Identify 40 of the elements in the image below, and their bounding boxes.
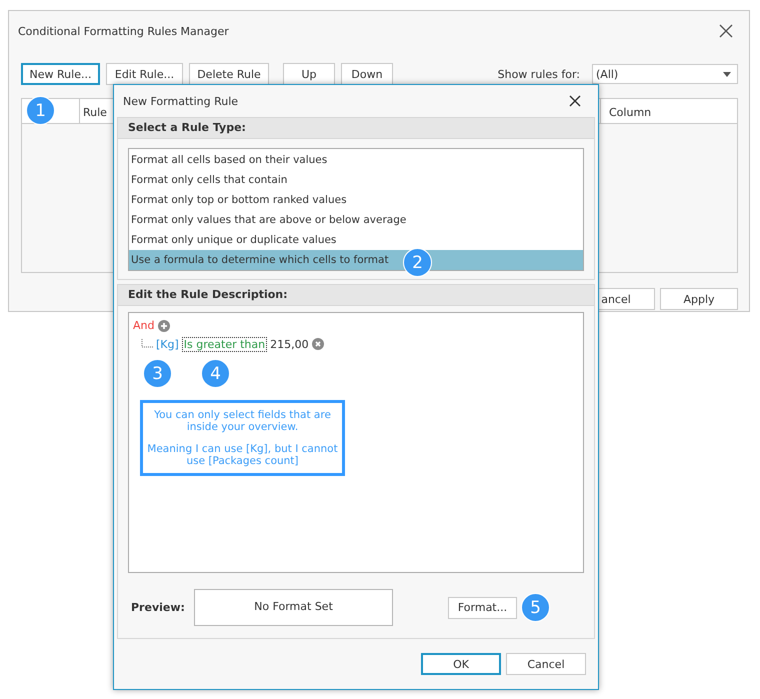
rule-type-item[interactable]: Format only top or bottom ranked values xyxy=(129,190,583,210)
show-rules-dropdown[interactable]: (All) xyxy=(592,64,738,84)
rule-type-item[interactable]: Format only cells that contain xyxy=(129,170,583,190)
dialog-button[interactable]: Apply xyxy=(660,288,738,310)
tree-connector xyxy=(141,339,153,349)
toolbar-button[interactable]: Up xyxy=(283,63,335,85)
toolbar-button[interactable]: Edit Rule... xyxy=(106,63,183,85)
condition-operator[interactable]: Is greater than xyxy=(182,336,268,352)
dialog-title: New Formatting Rule xyxy=(123,94,238,108)
group-operator[interactable]: And xyxy=(133,319,154,332)
note-text: Meaning I can use [Kg], but I cannot use [Packages count] xyxy=(147,443,338,467)
format-button[interactable]: Format... xyxy=(448,596,517,618)
callout-badge: 4 xyxy=(201,359,230,388)
column-header: Column xyxy=(609,106,652,119)
close-icon[interactable] xyxy=(569,95,581,107)
section-header: Select a Rule Type: xyxy=(118,118,594,139)
callout-badge: 1 xyxy=(26,96,55,125)
note-text: You can only select fields that are inside your overview. xyxy=(153,409,332,433)
remove-icon[interactable] xyxy=(312,338,324,350)
callout-badge: 5 xyxy=(521,593,550,622)
toolbar-button[interactable]: New Rule... xyxy=(21,63,100,85)
preview-label: Preview: xyxy=(130,601,186,614)
window-title: Conditional Formatting Rules Manager xyxy=(18,24,229,38)
show-rules-label: Show rules for: xyxy=(498,68,580,80)
rule-type-item[interactable]: Format only unique or duplicate values xyxy=(129,230,583,250)
close-icon[interactable] xyxy=(719,24,733,38)
dialog-button[interactable]: OK xyxy=(421,653,501,675)
column-header: Rule xyxy=(83,106,107,119)
section-header: Edit the Rule Description: xyxy=(118,285,594,306)
preview-text: No Format Set xyxy=(254,600,333,615)
dropdown-arrow-icon xyxy=(723,72,731,76)
toolbar-button[interactable]: Down xyxy=(341,63,393,85)
condition-value[interactable]: 215,00 xyxy=(270,338,309,350)
dialog-button[interactable]: Cancel xyxy=(506,653,586,675)
callout-badge: 3 xyxy=(143,359,172,388)
rule-type-item[interactable]: Format all cells based on their values xyxy=(129,150,583,170)
rule-type-item[interactable]: Format only values that are above or below average xyxy=(129,210,583,230)
toolbar-button[interactable]: Delete Rule xyxy=(189,63,269,85)
add-icon[interactable] xyxy=(158,320,170,332)
callout-badge: 2 xyxy=(403,248,432,277)
